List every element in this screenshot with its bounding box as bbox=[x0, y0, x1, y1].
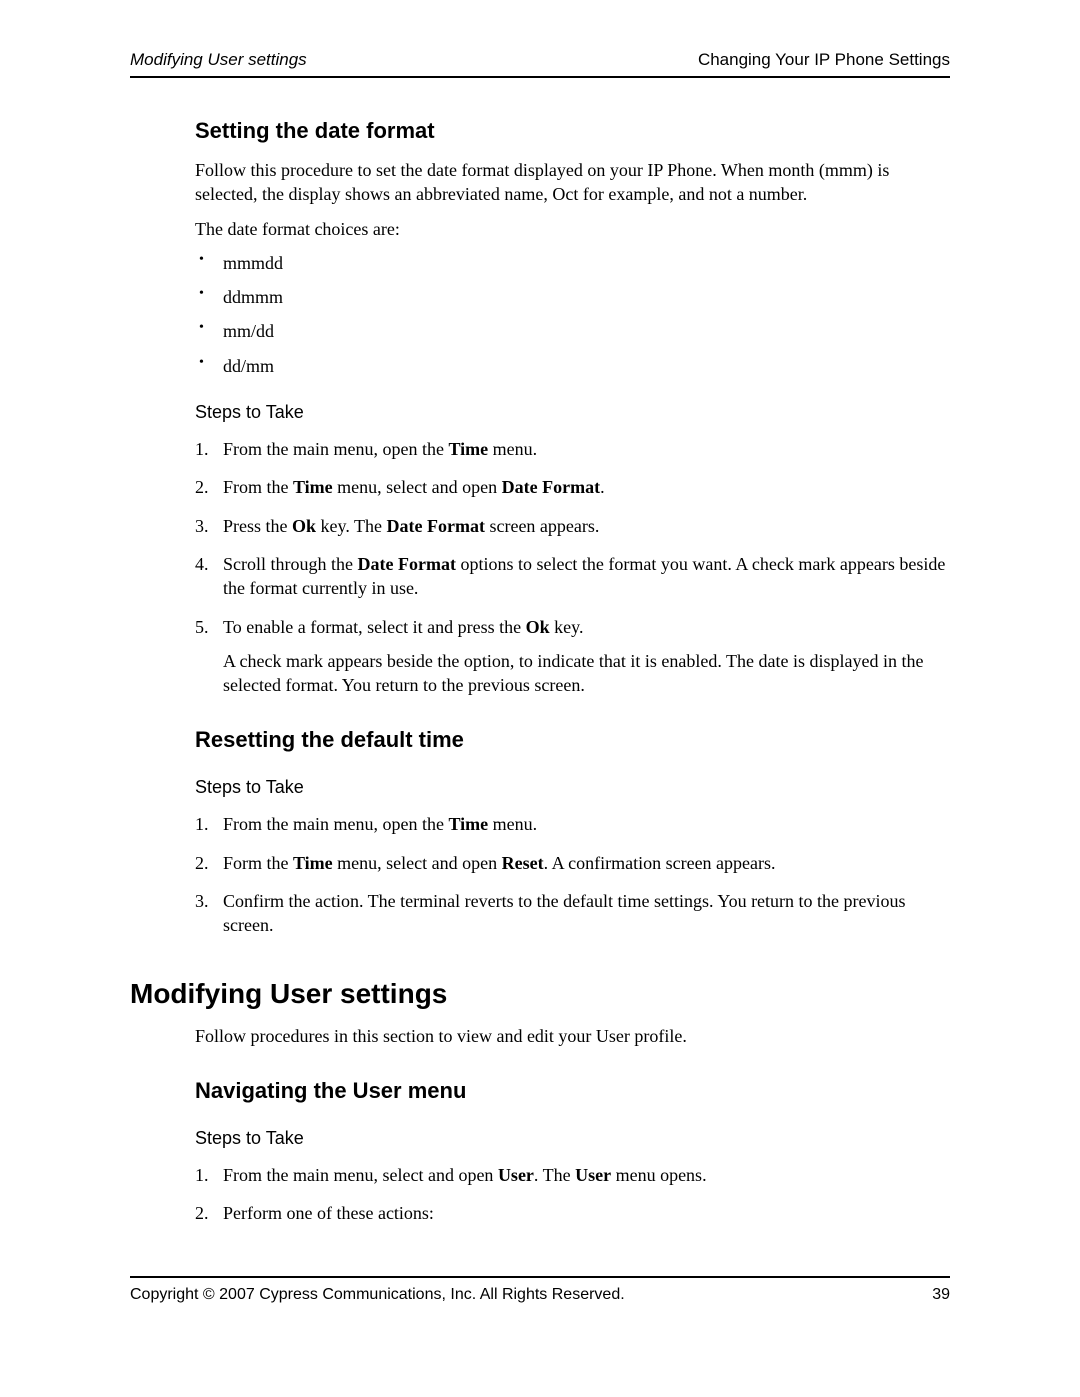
step-item: Form the Time menu, select and open Rese… bbox=[195, 851, 950, 875]
step-item: To enable a format, select it and press … bbox=[195, 615, 950, 698]
header-right: Changing Your IP Phone Settings bbox=[698, 50, 950, 70]
list-item: mmmdd bbox=[195, 251, 950, 275]
step-sub-paragraph: A check mark appears beside the option, … bbox=[223, 649, 950, 698]
footer-page-number: 39 bbox=[932, 1286, 950, 1304]
paragraph: Follow procedures in this section to vie… bbox=[195, 1024, 950, 1048]
heading-setting-date-format: Setting the date format bbox=[195, 118, 950, 144]
list-item: ddmmm bbox=[195, 285, 950, 309]
page-footer: Copyright © 2007 Cypress Communications,… bbox=[130, 1276, 950, 1304]
heading-navigating-user-menu: Navigating the User menu bbox=[195, 1078, 950, 1104]
document-page: Modifying User settings Changing Your IP… bbox=[0, 0, 1080, 1344]
step-item: Confirm the action. The terminal reverts… bbox=[195, 889, 950, 938]
content-body: Setting the date format Follow this proc… bbox=[130, 118, 950, 1226]
paragraph: Follow this procedure to set the date fo… bbox=[195, 158, 950, 207]
list-item: mm/dd bbox=[195, 319, 950, 343]
list-item: dd/mm bbox=[195, 354, 950, 378]
date-format-choices-list: mmmdd ddmmm mm/dd dd/mm bbox=[195, 251, 950, 378]
step-item: From the main menu, open the Time menu. bbox=[195, 437, 950, 461]
step-item: From the Time menu, select and open Date… bbox=[195, 475, 950, 499]
footer-copyright: Copyright © 2007 Cypress Communications,… bbox=[130, 1286, 625, 1304]
step-item: Perform one of these actions: bbox=[195, 1201, 950, 1225]
step-item: From the main menu, open the Time menu. bbox=[195, 812, 950, 836]
heading-modifying-user-settings: Modifying User settings bbox=[130, 978, 950, 1010]
steps-to-take-heading: Steps to Take bbox=[195, 1128, 950, 1149]
header-left: Modifying User settings bbox=[130, 50, 307, 70]
steps-to-take-heading: Steps to Take bbox=[195, 402, 950, 423]
steps-to-take-heading: Steps to Take bbox=[195, 777, 950, 798]
steps-list: From the main menu, open the Time menu. … bbox=[195, 437, 950, 697]
steps-list: From the main menu, open the Time menu. … bbox=[195, 812, 950, 937]
step-item: Press the Ok key. The Date Format screen… bbox=[195, 514, 950, 538]
paragraph: The date format choices are: bbox=[195, 217, 950, 241]
step-item: From the main menu, select and open User… bbox=[195, 1163, 950, 1187]
page-header: Modifying User settings Changing Your IP… bbox=[130, 50, 950, 78]
heading-resetting-default-time: Resetting the default time bbox=[195, 727, 950, 753]
steps-list: From the main menu, select and open User… bbox=[195, 1163, 950, 1226]
step-item: Scroll through the Date Format options t… bbox=[195, 552, 950, 601]
